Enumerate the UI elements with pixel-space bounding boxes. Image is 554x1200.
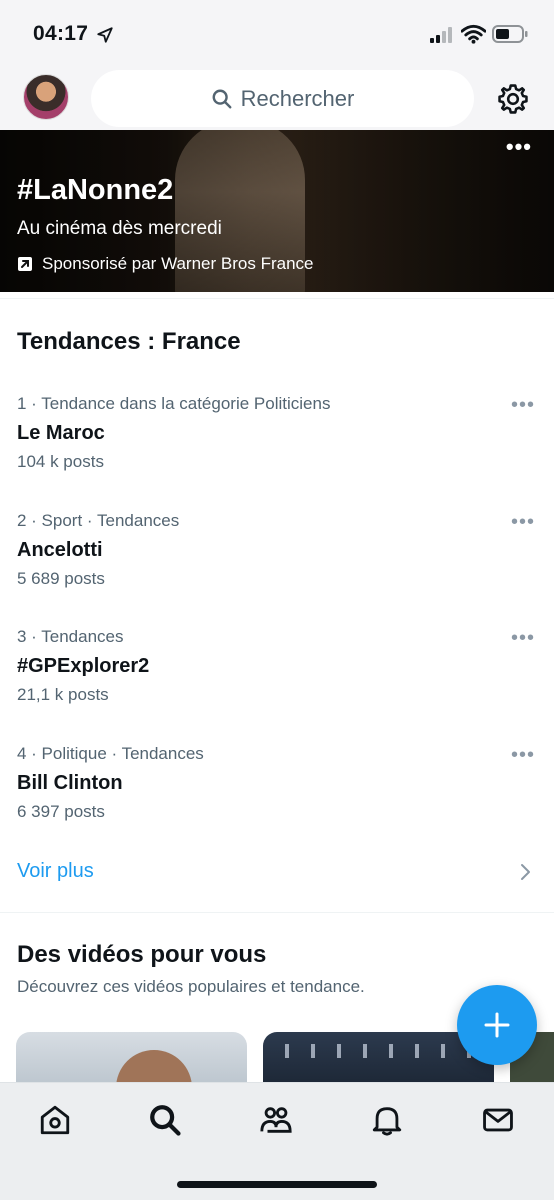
trend-meta: 3 · Tendances [17, 627, 124, 646]
search-placeholder: Rechercher [240, 85, 355, 111]
trend-name: Bill Clinton [17, 772, 123, 794]
trend-count: 104 k posts [17, 452, 104, 471]
trend-item[interactable]: 2 · Sport · Tendances Ancelotti 5 689 po… [0, 511, 554, 627]
location-arrow-icon [97, 27, 113, 43]
home-icon[interactable] [38, 1103, 72, 1137]
search-icon [212, 89, 232, 108]
divider [0, 298, 554, 299]
trend-meta: 1 · Tendance dans la catégorie Politicie… [17, 394, 331, 413]
explore-header: Rechercher [0, 70, 554, 130]
more-options-icon[interactable]: ••• [506, 134, 532, 160]
trend-meta: 4 · Politique · Tendances [17, 744, 204, 763]
plus-icon [484, 1012, 510, 1038]
more-options-icon[interactable]: ••• [511, 511, 535, 534]
chevron-right-icon[interactable] [519, 862, 533, 882]
trend-count: 21,1 k posts [17, 685, 109, 704]
notifications-icon[interactable] [370, 1103, 404, 1137]
videos-subtitle: Découvrez ces vidéos populaires et tenda… [17, 977, 365, 996]
promoted-icon [18, 257, 32, 271]
search-icon[interactable] [148, 1103, 182, 1137]
compose-button[interactable] [457, 985, 537, 1065]
search-input[interactable]: Rechercher [91, 70, 474, 127]
messages-icon[interactable] [481, 1103, 515, 1137]
trend-meta: 2 · Sport · Tendances [17, 511, 180, 530]
see-more-link[interactable]: Voir plus [17, 860, 94, 883]
cellular-signal-icon [430, 27, 452, 43]
gear-icon[interactable] [496, 82, 530, 116]
avatar[interactable] [23, 74, 69, 120]
battery-icon [492, 25, 528, 43]
status-time: 04:17 [33, 22, 89, 45]
trend-count: 6 397 posts [17, 802, 105, 821]
trend-count: 5 689 posts [17, 569, 105, 588]
videos-title: Des vidéos pour vous [17, 941, 267, 968]
more-options-icon[interactable]: ••• [511, 394, 535, 417]
more-options-icon[interactable]: ••• [511, 627, 535, 650]
home-indicator [177, 1181, 377, 1188]
promo-sponsor-label: Sponsorisé par Warner Bros France [42, 254, 314, 273]
trend-item[interactable]: 4 · Politique · Tendances Bill Clinton 6… [0, 744, 554, 860]
trend-name: Le Maroc [17, 422, 105, 444]
wifi-icon [461, 24, 486, 44]
more-options-icon[interactable]: ••• [511, 744, 535, 767]
status-bar: 04:17 [0, 0, 554, 70]
promo-sponsor: Sponsorisé par Warner Bros France [17, 254, 313, 274]
trend-name: #GPExplorer2 [17, 655, 150, 677]
promoted-trend-banner[interactable]: ••• #LaNonne2 Au cinéma dès mercredi Spo… [0, 130, 554, 292]
trend-item[interactable]: 1 · Tendance dans la catégorie Politicie… [0, 394, 554, 510]
promo-subtitle: Au cinéma dès mercredi [17, 218, 222, 239]
trends-title: Tendances : France [17, 328, 241, 355]
trend-item[interactable]: 3 · Tendances #GPExplorer2 21,1 k posts … [0, 627, 554, 743]
trend-name: Ancelotti [17, 539, 103, 561]
divider [0, 912, 554, 913]
promo-title: #LaNonne2 [17, 174, 174, 206]
communities-icon[interactable] [259, 1103, 293, 1137]
